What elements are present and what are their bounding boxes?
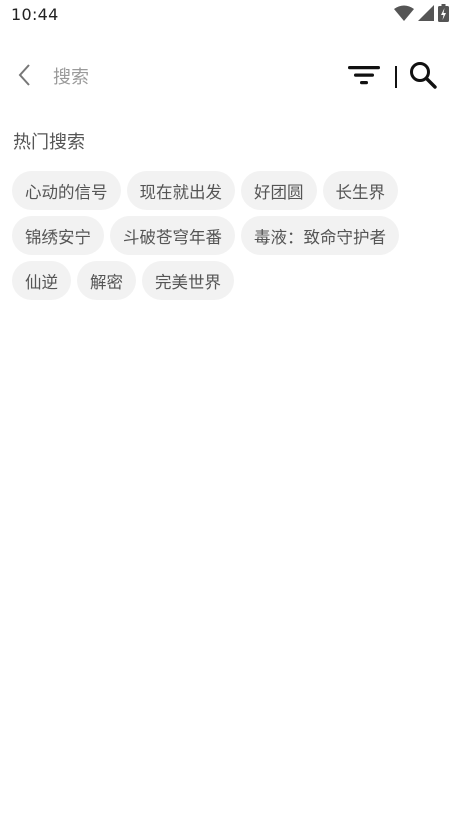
hot-search-title: 热门搜索 (13, 132, 85, 153)
back-button[interactable] (10, 62, 40, 92)
wifi-icon (394, 5, 414, 25)
hot-search-tag[interactable]: 毒液：致命守护者 (241, 216, 399, 255)
hot-search-tag[interactable]: 长生界 (322, 171, 398, 210)
search-icon (409, 61, 437, 93)
status-time: 10:44 (11, 5, 59, 24)
hot-search-tag[interactable]: 锦绣安宁 (12, 216, 104, 255)
battery-icon (438, 4, 449, 26)
signal-icon (418, 5, 434, 25)
status-icons (394, 4, 449, 26)
hot-search-tag[interactable]: 斗破苍穹年番 (110, 216, 235, 255)
header-divider (395, 66, 397, 88)
search-header (0, 52, 459, 102)
hot-search-tags: 心动的信号 现在就出发 好团圆 长生界 锦绣安宁 斗破苍穹年番 毒液：致命守护者… (12, 171, 452, 300)
hot-search-tag[interactable]: 解密 (77, 261, 136, 300)
search-input[interactable] (53, 62, 333, 92)
hot-search-tag[interactable]: 仙逆 (12, 261, 71, 300)
filter-button[interactable] (346, 62, 382, 92)
hot-search-tag[interactable]: 心动的信号 (12, 171, 121, 210)
filter-icon (348, 63, 380, 91)
chevron-left-icon (18, 63, 32, 91)
hot-search-tag[interactable]: 完美世界 (142, 261, 234, 300)
hot-search-tag[interactable]: 好团圆 (241, 171, 317, 210)
search-button[interactable] (406, 61, 440, 93)
status-bar: 10:44 (0, 0, 459, 32)
hot-search-tag[interactable]: 现在就出发 (126, 171, 235, 210)
